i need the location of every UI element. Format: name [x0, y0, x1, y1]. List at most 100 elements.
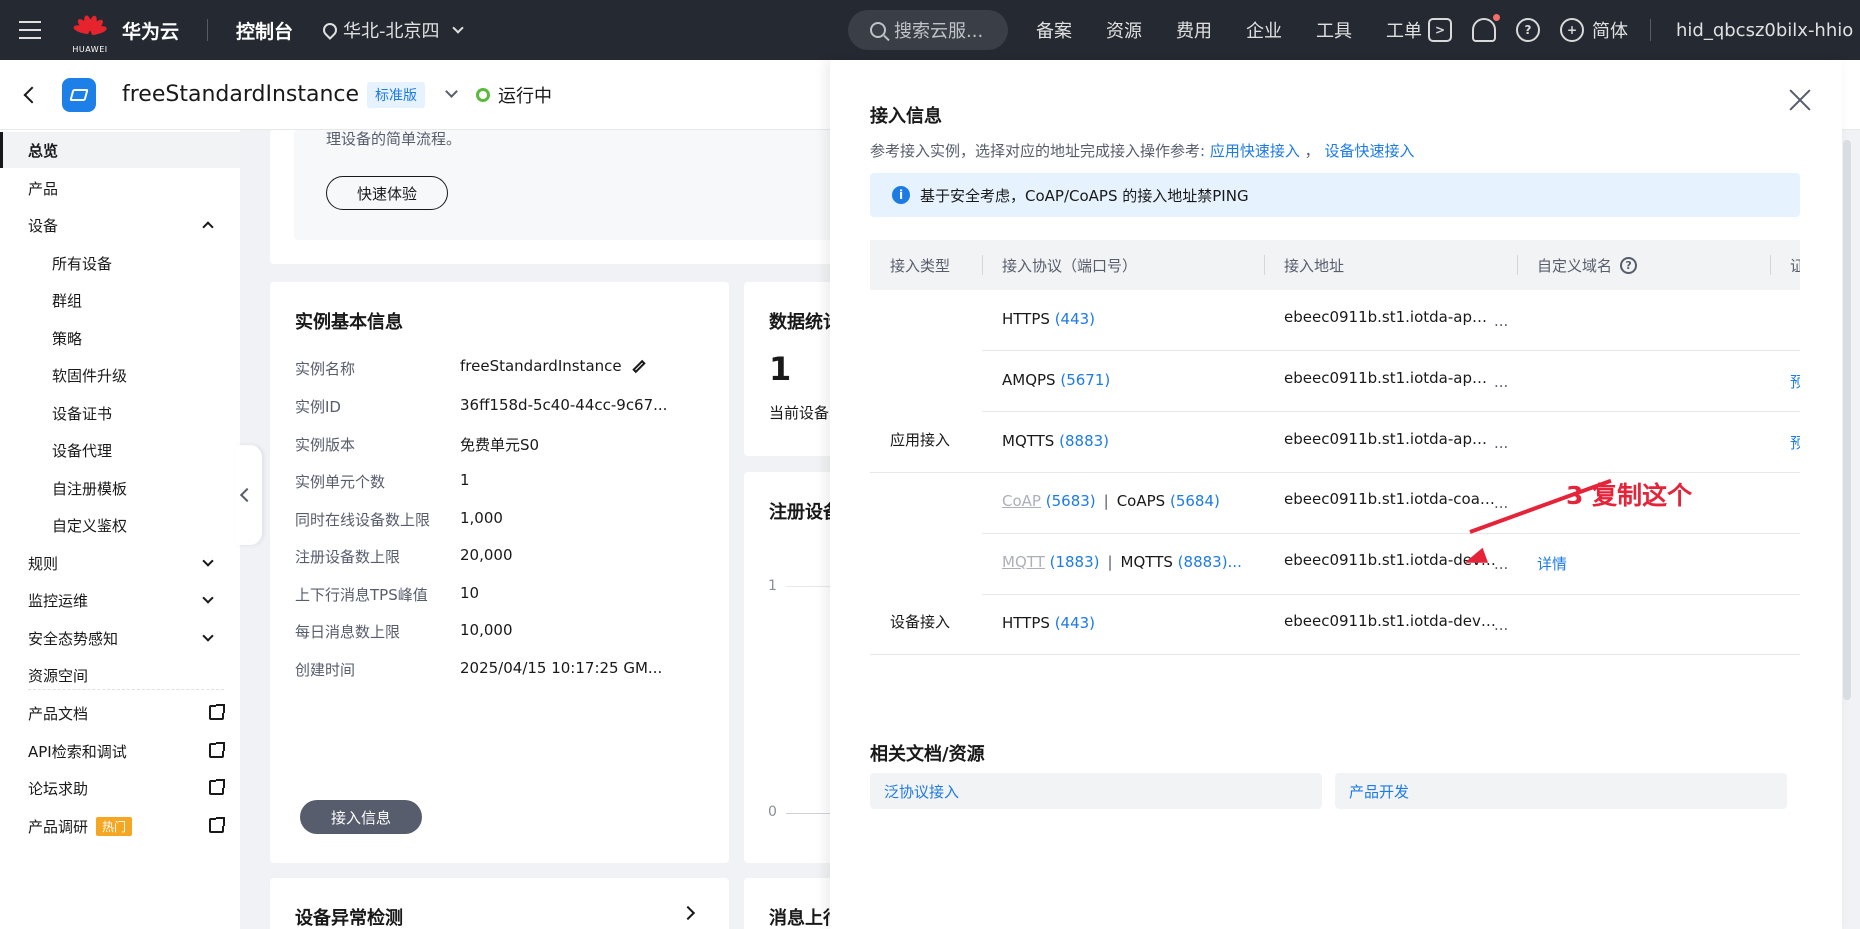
terminal-icon[interactable]: >	[1428, 18, 1452, 42]
nav-resources[interactable]: 资源	[1106, 17, 1142, 43]
sidebar-item-firmware[interactable]: 软固件升级	[0, 357, 240, 393]
row-divider	[870, 654, 1800, 655]
search-icon	[870, 22, 886, 38]
sidebar-item-api-explorer[interactable]: API检索和调试	[0, 733, 240, 769]
related-docs-title: 相关文档/资源	[870, 744, 985, 765]
region-selector[interactable]: 华北-北京四	[320, 17, 464, 43]
sidebar-collapse-handle[interactable]	[236, 445, 262, 545]
info-value-units: 1	[460, 471, 470, 489]
column-header-cert: 证	[1790, 256, 1800, 275]
sidebar-item-self-register[interactable]: 自注册模板	[0, 470, 240, 506]
huawei-logo-icon: HUAWEI	[72, 13, 108, 54]
logo-sub-text: HUAWEI	[72, 45, 108, 54]
anomaly-title: 设备异常检测	[295, 908, 403, 929]
notification-dot	[1493, 14, 1500, 21]
column-divider	[1770, 255, 1771, 275]
info-alert-text: 基于安全考虑，CoAP/CoAPS 的接入地址禁PING	[920, 186, 1249, 205]
language-selector[interactable]: + 简体	[1560, 17, 1628, 43]
search-input[interactable]: 搜索云服...	[848, 10, 1008, 50]
access-address[interactable]: ebeec0911b.st1.iotda-coaps....	[1284, 490, 1496, 508]
edition-badge: 标准版	[367, 81, 426, 108]
access-address[interactable]: ebeec0911b.st1.iotda-device....	[1284, 612, 1496, 630]
info-key: 同时在线设备数上限	[295, 511, 431, 529]
address-more[interactable]: ...	[1494, 434, 1508, 452]
sidebar-item-product-docs[interactable]: 产品文档	[0, 695, 240, 731]
sidebar-item-devices[interactable]: 设备	[0, 207, 240, 243]
quick-experience-button[interactable]: 快速体验	[326, 176, 448, 210]
related-link-product-dev[interactable]: 产品开发	[1335, 773, 1787, 809]
chevron-down-icon	[202, 630, 214, 642]
help-icon[interactable]: ?	[1516, 18, 1540, 42]
sidebar-item-survey[interactable]: 产品调研 热门	[0, 808, 240, 844]
address-more[interactable]: ...	[1494, 494, 1508, 512]
quick-start-desc: 理设备的简单流程。	[326, 130, 462, 148]
vertical-scrollbar[interactable]	[1843, 140, 1851, 700]
bell-icon[interactable]	[1472, 14, 1500, 42]
register-chart-card	[744, 472, 844, 863]
column-header-type: 接入类型	[890, 256, 951, 275]
nav-filing[interactable]: 备案	[1036, 17, 1072, 43]
back-arrow-icon[interactable]	[23, 86, 41, 103]
sidebar-item-products[interactable]: 产品	[0, 170, 240, 206]
chevron-down-icon	[202, 555, 214, 567]
access-info-button[interactable]: 接入信息	[300, 800, 422, 834]
user-menu[interactable]: hid_qbcsz0bilx-hhio	[1649, 0, 1853, 60]
column-header-address: 接入地址	[1284, 256, 1345, 275]
annotation-text: 3 复制这个	[1566, 481, 1693, 510]
huawei-cloud-logo[interactable]: HUAWEI 华为云	[72, 13, 179, 54]
sidebar-item-all-devices[interactable]: 所有设备	[0, 245, 240, 281]
sidebar-item-resource-space[interactable]: 资源空间	[0, 657, 240, 693]
sidebar-item-rules[interactable]: 规则	[0, 545, 240, 581]
info-key: 每日消息数上限	[295, 623, 401, 641]
info-value-tps: 10	[460, 584, 480, 602]
menu-icon[interactable]	[0, 0, 60, 60]
console-link[interactable]: 控制台	[236, 17, 293, 44]
instance-name: freeStandardInstance	[122, 82, 360, 107]
external-link-icon	[209, 704, 225, 720]
address-more[interactable]: ...	[1494, 312, 1508, 330]
preset-link[interactable]: 预	[1790, 371, 1800, 392]
sidebar-item-policies[interactable]: 策略	[0, 320, 240, 356]
address-more[interactable]: ...	[1494, 373, 1508, 391]
details-link[interactable]: 详情	[1537, 553, 1567, 574]
info-key: 实例单元个数	[295, 473, 386, 491]
sidebar-item-overview[interactable]: 总览	[0, 132, 240, 168]
nav-enterprise[interactable]: 企业	[1246, 17, 1282, 43]
axis-line	[786, 813, 830, 814]
app-quick-access-link[interactable]: 应用快速接入	[1210, 142, 1300, 160]
sidebar-item-groups[interactable]: 群组	[0, 282, 240, 318]
address-more[interactable]: ...	[1494, 555, 1508, 573]
table-row: AMQPS (5671)	[1002, 371, 1111, 389]
help-circle-icon[interactable]: ?	[1620, 256, 1638, 274]
nav-billing[interactable]: 费用	[1176, 17, 1212, 43]
sidebar-item-forum[interactable]: 论坛求助	[0, 770, 240, 806]
basic-info-title: 实例基本信息	[295, 312, 403, 333]
sidebar-item-certificates[interactable]: 设备证书	[0, 395, 240, 431]
address-more[interactable]: ...	[1494, 616, 1508, 634]
table-row: MQTTS (8883)	[1002, 432, 1110, 450]
access-address[interactable]: ebeec0911b.st1.iotda-app.cn-...	[1284, 369, 1496, 387]
edit-icon[interactable]	[631, 359, 646, 374]
column-divider	[1517, 255, 1518, 275]
drawer-title: 接入信息	[870, 106, 942, 127]
access-address[interactable]: ebeec0911b.st1.iotda-app.cn-...	[1284, 308, 1496, 326]
related-link-generic-protocol[interactable]: 泛协议接入	[870, 773, 1322, 809]
info-icon: i	[892, 186, 910, 204]
close-icon[interactable]	[1788, 88, 1812, 112]
table-row: HTTPS (443)	[1002, 310, 1096, 328]
nav-tools[interactable]: 工具	[1316, 17, 1352, 43]
instance-switch-chevron-icon[interactable]	[445, 85, 458, 98]
device-quick-access-link[interactable]: 设备快速接入	[1324, 142, 1414, 160]
sidebar-item-security[interactable]: 安全态势感知	[0, 620, 240, 656]
globe-icon: +	[1560, 18, 1584, 42]
grid-line	[786, 586, 830, 587]
top-icons: > ? + 简体	[1428, 0, 1628, 60]
row-divider	[982, 350, 1800, 351]
sidebar-item-custom-auth[interactable]: 自定义鉴权	[0, 507, 240, 543]
preset-link[interactable]: 预	[1790, 432, 1800, 453]
sidebar-item-monitoring[interactable]: 监控运维	[0, 582, 240, 618]
sidebar-item-proxy[interactable]: 设备代理	[0, 432, 240, 468]
nav-tickets[interactable]: 工单	[1386, 17, 1422, 43]
access-address[interactable]: ebeec0911b.st1.iotda-app.cn-...	[1284, 430, 1496, 448]
info-value-id: 36ff158d-5c40-44cc-9c67...	[460, 396, 668, 414]
